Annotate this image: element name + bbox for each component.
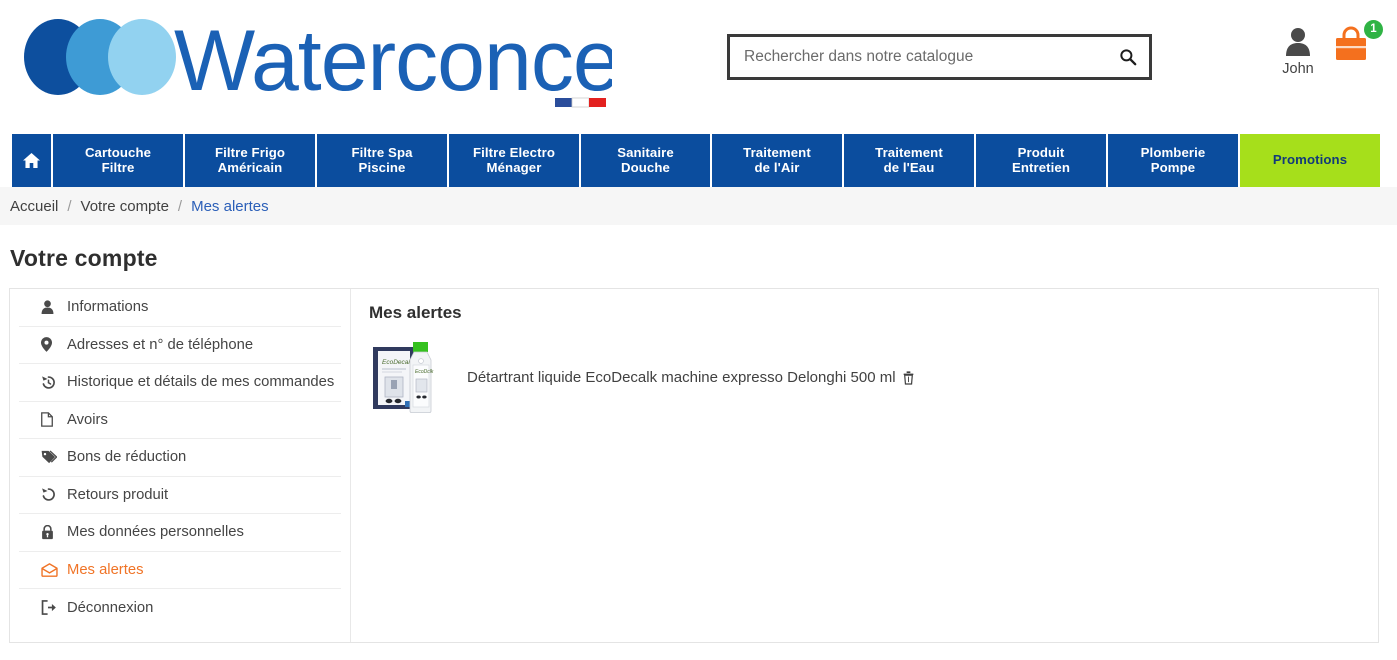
nav-item-home[interactable] (12, 134, 53, 187)
home-icon (23, 152, 40, 169)
sidebar-item-vouchers[interactable]: Bons de réduction (19, 439, 341, 477)
nav-item-1[interactable]: Filtre Frigo Américain (185, 134, 317, 187)
sidebar-item-label: Déconnexion (67, 599, 154, 616)
map-pin-icon (41, 337, 67, 353)
account-link[interactable]: John (1275, 26, 1321, 77)
nav-item-label: Cartouche Filtre (84, 144, 152, 175)
sidebar-item-order-history[interactable]: Historique et détails de mes commandes (19, 364, 341, 402)
nav-item-2[interactable]: Filtre Spa Piscine (317, 134, 449, 187)
list-item: EcoDecalk EcoDclk Détartrant liquide Eco… (369, 335, 1378, 419)
breadcrumb-item-account[interactable]: Votre compte (81, 198, 169, 215)
cart-count-badge: 1 (1364, 20, 1383, 39)
nav-item-4[interactable]: Sanitaire Douche (581, 134, 712, 187)
breadcrumb-separator: / (177, 197, 183, 215)
site-logo[interactable]: Waterconcept (12, 12, 612, 112)
history-icon (41, 375, 67, 390)
main-navigation: Cartouche Filtre Filtre Frigo Américain … (0, 134, 1397, 187)
alerts-title: Mes alertes (369, 303, 462, 322)
nav-item-6[interactable]: Traitement de l'Eau (844, 134, 976, 187)
search-bar[interactable] (727, 34, 1152, 80)
account-sidebar: Informations Adresses et n° de téléphone… (10, 289, 351, 642)
sidebar-item-label: Adresses et n° de téléphone (67, 336, 254, 353)
search-input[interactable] (730, 37, 1107, 77)
nav-item-label: Filtre Electro Ménager (472, 144, 555, 175)
account-card: Informations Adresses et n° de téléphone… (9, 288, 1379, 643)
envelope-icon (41, 562, 67, 577)
nav-item-label: Traitement de l'Eau (875, 144, 943, 175)
svg-text:EcoDclk: EcoDclk (415, 369, 434, 375)
logo-svg: Waterconcept (24, 13, 612, 109)
svg-text:EcoDecalk: EcoDecalk (382, 359, 414, 366)
sidebar-item-label: Avoirs (67, 411, 108, 428)
user-icon (1286, 28, 1310, 56)
alert-item-content: Détartrant liquide EcoDecalk machine exp… (467, 369, 915, 386)
sidebar-item-label: Mes alertes (67, 561, 144, 578)
sign-out-icon (41, 600, 67, 616)
file-icon (41, 412, 67, 428)
nav-item-7[interactable]: Produit Entretien (976, 134, 1108, 187)
sidebar-item-my-alerts[interactable]: Mes alertes (19, 552, 341, 589)
user-name-label: John (1282, 61, 1314, 77)
alerts-panel: Mes alertes EcoDecalk EcoDclk Détartrant… (351, 289, 1378, 642)
nav-item-label: Sanitaire Douche (617, 144, 674, 175)
page-title: Votre compte (10, 245, 158, 271)
product-name[interactable]: Détartrant liquide EcoDecalk machine exp… (467, 369, 896, 386)
breadcrumb-item-current[interactable]: Mes alertes (191, 198, 269, 215)
breadcrumb-item-home[interactable]: Accueil (10, 198, 58, 215)
tag-icon (41, 450, 67, 464)
history-icon (41, 487, 67, 502)
nav-item-label: Promotions (1272, 152, 1348, 168)
sidebar-item-personal-data[interactable]: Mes données personnelles (19, 514, 341, 552)
product-image: EcoDecalk EcoDclk (369, 335, 453, 419)
nav-item-label: Filtre Spa Piscine (351, 144, 413, 175)
search-submit-button[interactable] (1107, 37, 1149, 77)
sidebar-item-informations[interactable]: Informations (19, 289, 341, 327)
lock-icon (41, 524, 67, 540)
nav-item-label: Traitement de l'Air (743, 144, 811, 175)
sidebar-item-addresses[interactable]: Adresses et n° de téléphone (19, 327, 341, 364)
sidebar-item-credit-slips[interactable]: Avoirs (19, 402, 341, 439)
sidebar-item-label: Mes données personnelles (67, 524, 244, 541)
nav-item-promotions[interactable]: Promotions (1240, 134, 1380, 187)
nav-item-5[interactable]: Traitement de l'Air (712, 134, 844, 187)
breadcrumb-separator: / (67, 197, 72, 215)
search-icon (1120, 49, 1137, 66)
nav-item-8[interactable]: Plomberie Pompe (1108, 134, 1240, 187)
breadcrumb: Accueil / Votre compte / Mes alertes (0, 187, 1397, 225)
sidebar-item-label: Informations (67, 299, 149, 316)
site-header: Waterconcept John 1 (0, 0, 1397, 134)
nav-item-3[interactable]: Filtre Electro Ménager (449, 134, 581, 187)
svg-text:Waterconcept: Waterconcept (174, 13, 612, 109)
trash-icon (903, 370, 913, 385)
user-icon (41, 300, 67, 315)
nav-item-label: Filtre Frigo Américain (214, 144, 286, 175)
delete-alert-button[interactable] (902, 370, 915, 385)
cart-button[interactable]: 1 (1333, 20, 1383, 62)
nav-item-0[interactable]: Cartouche Filtre (53, 134, 185, 187)
sidebar-item-merchandise-returns[interactable]: Retours produit (19, 477, 341, 514)
sidebar-item-logout[interactable]: Déconnexion (19, 589, 341, 627)
sidebar-item-label: Historique et détails de mes commandes (67, 374, 335, 391)
product-thumbnail[interactable]: EcoDecalk EcoDclk (369, 335, 453, 419)
sidebar-item-label: Bons de réduction (67, 449, 187, 466)
nav-item-label: Produit Entretien (1011, 144, 1071, 175)
nav-item-label: Plomberie Pompe (1140, 144, 1206, 175)
sidebar-item-label: Retours produit (67, 486, 169, 503)
